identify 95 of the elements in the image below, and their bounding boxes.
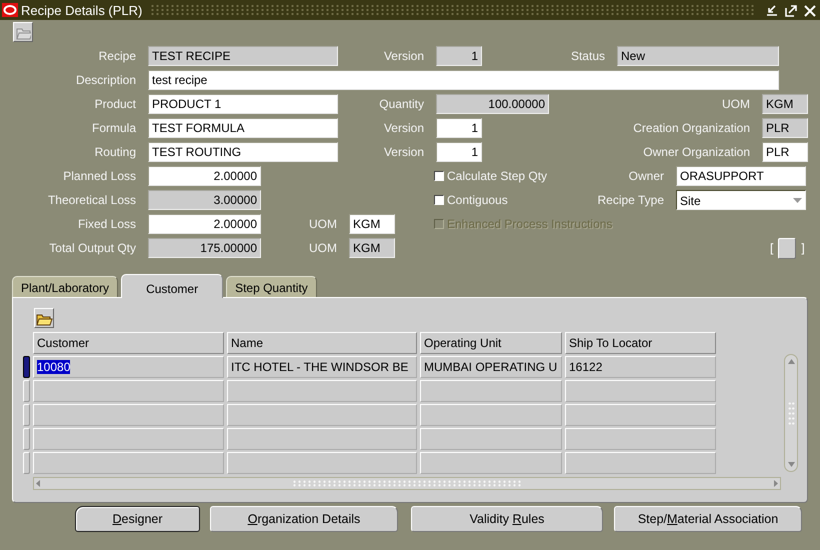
text-field[interactable]: KGM [762, 94, 808, 114]
bracket-text: ] [801, 241, 805, 255]
field-label: Fixed Loss [76, 217, 136, 231]
text-field[interactable]: 1 [436, 46, 482, 66]
text-field[interactable]: PLR [762, 142, 808, 162]
text-field[interactable]: KGM [349, 214, 395, 234]
field-label: Recipe [98, 49, 136, 63]
field-label: Version [382, 121, 424, 135]
scroll-down-icon [786, 461, 796, 468]
dropdown-arrow-icon [793, 198, 802, 204]
table-cell[interactable] [420, 380, 562, 402]
tab[interactable]: Customer [121, 274, 224, 298]
text-field[interactable]: 175.00000 [148, 238, 261, 258]
checkbox-label: Calculate Step Qty [447, 169, 548, 183]
field-label: Product [94, 97, 136, 111]
maximize-icon[interactable] [783, 2, 798, 18]
table-cell[interactable] [227, 380, 417, 402]
text-field[interactable]: test recipe [148, 70, 779, 90]
text-field[interactable]: TEST FORMULA [148, 118, 338, 138]
field-label: Total Output Qty [48, 241, 136, 255]
field-label: Owner [628, 169, 664, 183]
table-cell[interactable] [33, 380, 224, 402]
checkbox[interactable] [434, 195, 444, 205]
action-button[interactable]: Validity Rules [411, 506, 603, 532]
field-label: Creation Organization [632, 121, 750, 135]
text-field[interactable]: 1 [436, 142, 482, 162]
field-label: UOM [308, 217, 337, 231]
checkbox-label: Contiguous [447, 193, 508, 207]
oracle-logo-icon [2, 3, 18, 17]
dropdown-field[interactable]: Site [676, 190, 806, 210]
table-cell[interactable]: 10080 [33, 356, 224, 378]
column-header[interactable]: Name [227, 332, 417, 354]
table-cell[interactable] [565, 380, 716, 402]
column-header[interactable]: Customer [33, 332, 224, 354]
table-cell[interactable] [565, 428, 716, 450]
text-field[interactable]: 3.00000 [148, 190, 261, 210]
field-label: Theoretical Loss [46, 193, 136, 207]
table-cell[interactable] [227, 404, 417, 426]
table-cell[interactable] [565, 404, 716, 426]
text-field[interactable]: PRODUCT 1 [148, 94, 338, 114]
column-header[interactable]: Operating Unit [420, 332, 562, 354]
action-button[interactable]: Organization Details [210, 506, 398, 532]
table-cell[interactable] [227, 452, 417, 474]
text-field[interactable]: 2.00000 [148, 166, 261, 186]
window-title: Recipe Details (PLR) [21, 2, 142, 18]
scroll-right-icon [772, 479, 780, 488]
scroll-left-icon [34, 479, 42, 488]
text-field[interactable]: KGM [349, 238, 395, 258]
text-field[interactable]: TEST ROUTING [148, 142, 338, 162]
text-field[interactable]: 2.00000 [148, 214, 261, 234]
open-folder-button[interactable] [34, 308, 54, 328]
table-cell[interactable]: ITC HOTEL - THE WINDSOR BE [227, 356, 417, 378]
vertical-scrollbar[interactable] [784, 354, 798, 472]
field-label: Planned Loss [62, 169, 136, 183]
tab[interactable]: Plant/Laboratory [12, 276, 118, 297]
field-label: Version [382, 145, 424, 159]
table-cell[interactable] [565, 452, 716, 474]
text-field[interactable]: TEST RECIPE [148, 46, 338, 66]
table-cell[interactable] [420, 452, 562, 474]
minimize-icon[interactable] [764, 2, 779, 18]
field-label: Formula [90, 121, 136, 135]
text-field[interactable]: New [617, 46, 779, 66]
field-label: Recipe Type [596, 193, 664, 207]
bracket-text: [ [770, 241, 774, 255]
field-label: Quantity [378, 97, 424, 111]
text-field[interactable]: 1 [436, 118, 482, 138]
table-cell[interactable] [33, 428, 224, 450]
text-field[interactable]: ORASUPPORT [676, 166, 806, 186]
record-indicator[interactable] [23, 356, 30, 378]
field-label: UOM [308, 241, 337, 255]
field-label: Routing [94, 145, 136, 159]
field-label: Owner Organization [642, 145, 750, 159]
table-cell[interactable] [33, 452, 224, 474]
table-cell[interactable] [227, 428, 417, 450]
column-header[interactable]: Ship To Locator [565, 332, 716, 354]
table-cell[interactable] [33, 404, 224, 426]
tab[interactable]: Step Quantity [226, 276, 317, 297]
scroll-up-icon [786, 358, 796, 365]
open-folder-button[interactable] [13, 22, 33, 42]
flexfield-button[interactable] [778, 238, 796, 258]
action-button[interactable]: Step/Material Association [614, 506, 802, 532]
field-label: UOM [721, 97, 750, 111]
text-field[interactable]: 100.00000 [436, 94, 549, 114]
table-cell[interactable] [420, 428, 562, 450]
close-icon[interactable] [802, 2, 817, 18]
action-button[interactable]: Designer [75, 506, 200, 532]
table-cell[interactable]: 16122 [565, 356, 716, 378]
field-label: Description [74, 73, 136, 87]
table-cell[interactable] [420, 404, 562, 426]
field-label: Version [382, 49, 424, 63]
field-label: Status [570, 49, 605, 63]
horizontal-scrollbar[interactable] [33, 477, 781, 490]
table-cell[interactable]: MUMBAI OPERATING U [420, 356, 562, 378]
checkbox[interactable] [434, 171, 444, 181]
text-field[interactable]: PLR [762, 118, 808, 138]
